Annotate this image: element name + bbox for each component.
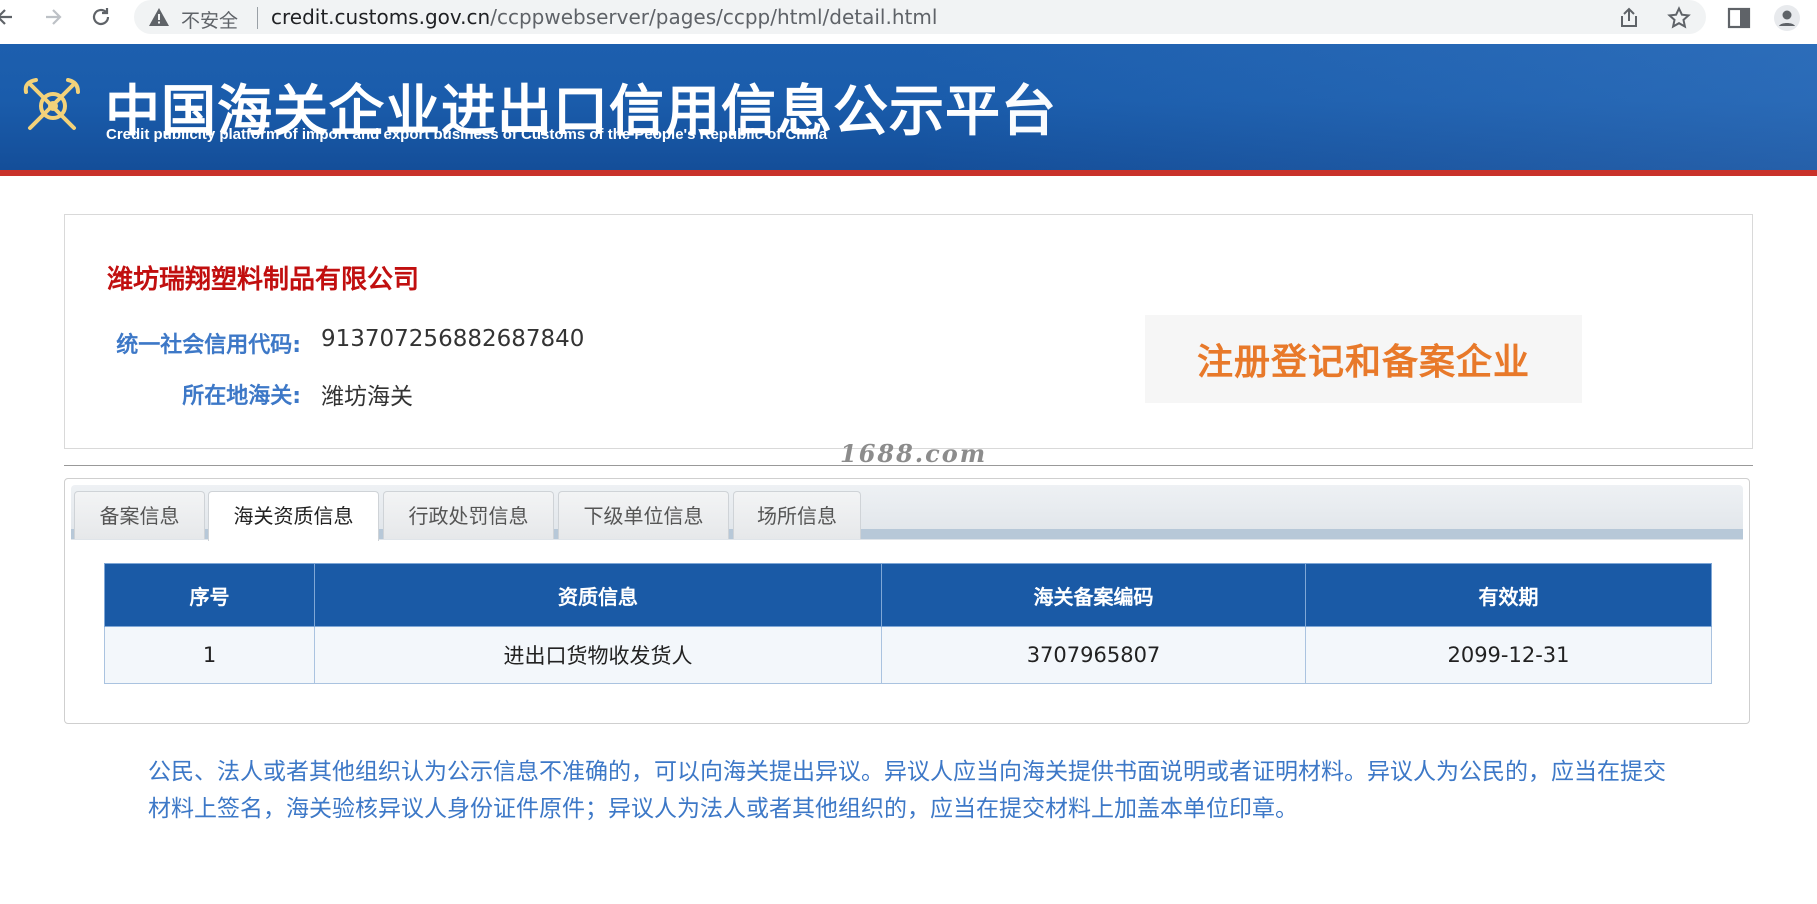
site-subtitle: Credit publicity platform of import and … (106, 126, 828, 143)
objection-notice: 公民、法人或者其他组织认为公示信息不准确的，可以向海关提出异议。异议人应当向海关… (148, 759, 1666, 822)
table-header-row: 序号 资质信息 海关备案编码 有效期 (104, 563, 1712, 627)
registration-status-text: 注册登记和备案企业 (1196, 342, 1530, 383)
registration-status-badge: 注册登记和备案企业 (1145, 315, 1582, 403)
address-bar[interactable]: 不安全 credit.customs.gov.cn/ccppwebserver/… (134, 0, 1706, 34)
info-tabs-panel: 备案信息 海关资质信息 行政处罚信息 下级单位信息 场所信息 序号 资质信息 海… (64, 478, 1750, 724)
profile-avatar-icon[interactable] (1774, 5, 1800, 31)
browser-toolbar: 不安全 credit.customs.gov.cn/ccppwebserver/… (0, 0, 1817, 45)
side-panel-icon[interactable] (1726, 5, 1752, 31)
tab-filing-info[interactable]: 备案信息 (74, 491, 205, 539)
tab-customs-qualification[interactable]: 海关资质信息 (208, 491, 379, 541)
column-header-qualification: 资质信息 (314, 563, 882, 627)
warning-icon[interactable] (148, 7, 170, 27)
divider-line (64, 465, 1753, 466)
tab-administrative-penalty[interactable]: 行政处罚信息 (383, 491, 554, 539)
url-host: credit.customs.gov.cn (271, 5, 491, 29)
qualification-table: 序号 资质信息 海关备案编码 有效期 1 进出口货物收发货人 370796580… (104, 563, 1712, 684)
column-header-index: 序号 (104, 563, 315, 627)
column-header-validity: 有效期 (1305, 563, 1712, 627)
security-label[interactable]: 不安全 (181, 6, 238, 33)
header-accent-stripe (0, 170, 1817, 176)
share-icon[interactable] (1617, 6, 1641, 30)
forward-icon[interactable] (34, 0, 68, 34)
cell-validity: 2099-12-31 (1305, 626, 1712, 684)
column-header-customs-code: 海关备案编码 (881, 563, 1306, 627)
tab-premises-info[interactable]: 场所信息 (733, 491, 861, 539)
table-row: 1 进出口货物收发货人 3707965807 2099-12-31 (104, 626, 1712, 684)
cell-qualification: 进出口货物收发货人 (314, 626, 882, 684)
url-text[interactable]: credit.customs.gov.cn/ccppwebserver/page… (271, 5, 937, 29)
company-info-card: 潍坊瑞翔塑料制品有限公司 统一社会信用代码: 91370725688268784… (64, 214, 1753, 449)
reload-icon[interactable] (82, 0, 116, 34)
cell-customs-code: 3707965807 (881, 626, 1306, 684)
watermark: 1688.com (840, 439, 988, 468)
bookmark-star-icon[interactable] (1667, 6, 1691, 30)
customs-office-value: 潍坊海关 (321, 384, 413, 410)
divider (257, 7, 258, 29)
customs-office-label: 所在地海关: (182, 384, 301, 409)
credit-code-label: 统一社会信用代码: (116, 333, 301, 358)
url-path: /ccppwebserver/pages/ccpp/html/detail.ht… (490, 5, 938, 29)
customs-emblem-icon (23, 78, 80, 130)
company-name: 潍坊瑞翔塑料制品有限公司 (107, 265, 420, 295)
site-header: 中国海关企业进出口信用信息公示平台 Credit publicity platf… (0, 44, 1817, 170)
tab-subordinate-units[interactable]: 下级单位信息 (558, 491, 729, 539)
back-icon[interactable] (0, 0, 20, 34)
credit-code-value: 913707256882687840 (321, 326, 585, 352)
cell-index: 1 (104, 626, 315, 684)
